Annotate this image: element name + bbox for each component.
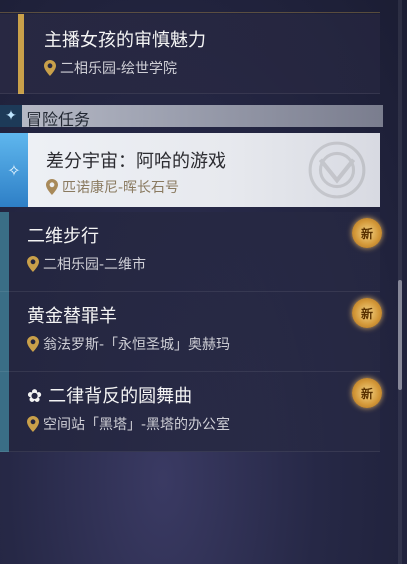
- mission-title: 二维步行: [27, 226, 99, 247]
- location-pin-icon: [46, 179, 58, 195]
- emblem-icon: [308, 141, 366, 199]
- mission-item[interactable]: 黄金替罪羊 翁法罗斯-「永恒圣城」奥赫玛 新: [0, 292, 382, 372]
- mission-accent-bar: [0, 372, 9, 452]
- mission-item[interactable]: ✿ 二律背反的圆舞曲 空间站「黑塔」-黑塔的办公室 新: [0, 372, 382, 452]
- mission-location: 翁法罗斯-「永恒圣城」奥赫玛: [27, 334, 230, 354]
- top-divider: [0, 0, 380, 13]
- selected-indicator-icon: ✧: [0, 133, 28, 207]
- mission-accent-bar: [0, 292, 9, 372]
- section-title: 冒险任务: [26, 110, 91, 129]
- mission-title: 黄金替罪羊: [27, 306, 117, 327]
- mission-accent-bar: [18, 14, 24, 94]
- mission-title: 主播女孩的审慎魅力: [44, 30, 206, 51]
- mission-location: 二相乐园-绘世学院: [44, 58, 177, 78]
- mission-accent-bar: [0, 212, 9, 292]
- location-pin-icon: [27, 256, 39, 272]
- mission-location-text: 二相乐园-二维市: [43, 257, 147, 273]
- mission-item-selected[interactable]: ✧ 差分宇宙：阿哈的游戏 匹诺康尼-晖长石号: [0, 133, 380, 207]
- mission-location-text: 空间站「黑塔」-黑塔的办公室: [43, 417, 231, 433]
- location-pin-icon: [27, 416, 39, 432]
- new-badge: 新: [352, 218, 382, 248]
- location-pin-icon: [44, 60, 56, 76]
- section-header: ✦ 冒险任务: [0, 105, 383, 129]
- mission-title-text: 二律背反的圆舞曲: [48, 386, 193, 407]
- diamond-icon: ✦: [0, 105, 22, 127]
- mission-location-text: 匹诺康尼-晖长石号: [62, 180, 180, 196]
- mission-location: 二相乐园-二维市: [27, 254, 146, 274]
- mission-type-icon: ✿: [27, 386, 43, 407]
- mission-location: 空间站「黑塔」-黑塔的办公室: [27, 414, 230, 434]
- location-pin-icon: [27, 336, 39, 352]
- mission-item-top[interactable]: 主播女孩的审慎魅力 二相乐园-绘世学院: [0, 14, 380, 94]
- mission-title: ✿ 二律背反的圆舞曲: [27, 382, 192, 408]
- mission-location-text: 翁法罗斯-「永恒圣城」奥赫玛: [43, 337, 231, 353]
- mission-title: 差分宇宙：阿哈的游戏: [46, 151, 226, 172]
- new-badge: 新: [352, 378, 382, 408]
- mission-item[interactable]: 二维步行 二相乐园-二维市 新: [0, 212, 382, 292]
- mission-location: 匹诺康尼-晖长石号: [46, 177, 179, 197]
- scrollbar-thumb[interactable]: [398, 280, 402, 390]
- new-badge: 新: [352, 298, 382, 328]
- mission-location-text: 二相乐园-绘世学院: [60, 61, 178, 77]
